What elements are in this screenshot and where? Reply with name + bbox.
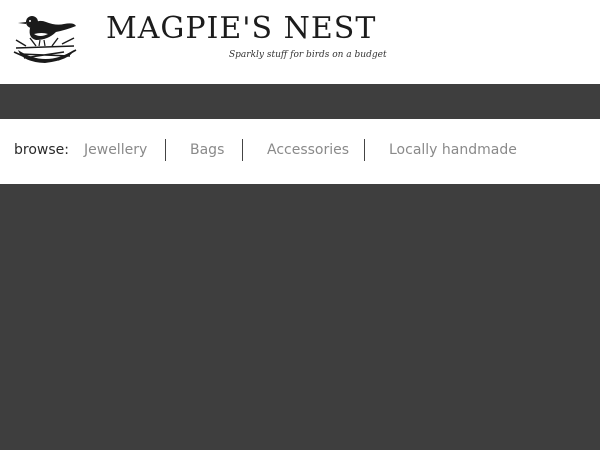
- main-content-area: [0, 184, 600, 450]
- nav-link-jewellery[interactable]: Jewellery: [84, 141, 147, 159]
- header-divider-band: [0, 84, 600, 119]
- site-header: MAGPIE'S NEST Sparkly stuff for birds on…: [0, 0, 600, 84]
- nav-separator: [165, 139, 166, 161]
- nav-link-locally-handmade[interactable]: Locally handmade: [389, 141, 517, 159]
- nav-separator: [364, 139, 365, 161]
- brand-name[interactable]: MAGPIE'S NEST: [106, 14, 376, 44]
- magpie-on-nest-icon[interactable]: [12, 10, 78, 66]
- browse-navigation: browse: Jewellery Bags Accessories Local…: [0, 119, 600, 184]
- browse-label: browse:: [14, 142, 69, 158]
- nav-link-accessories[interactable]: Accessories: [267, 141, 349, 159]
- nav-separator: [242, 139, 243, 161]
- brand-tagline: Sparkly stuff for birds on a budget: [229, 50, 387, 60]
- nav-link-bags[interactable]: Bags: [190, 141, 224, 159]
